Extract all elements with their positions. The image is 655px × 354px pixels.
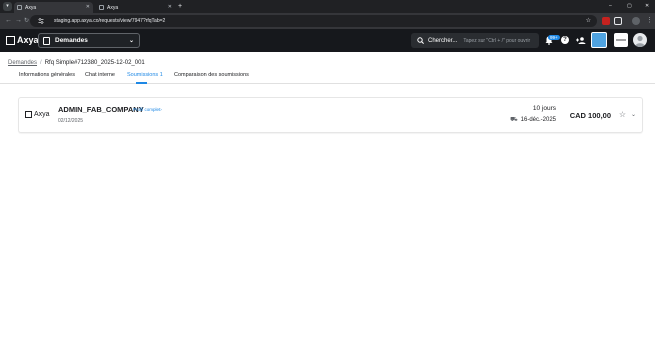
add-user-icon[interactable] xyxy=(576,37,586,44)
bookmark-star-icon[interactable]: ☆ xyxy=(586,17,591,24)
module-selector[interactable]: Demandes ⌄ xyxy=(38,33,140,48)
supplier-logo: Axya xyxy=(25,111,50,118)
minimize-button[interactable]: – xyxy=(609,3,612,9)
browser-tab-strip: ▾ Axya ✕ Axya ✕ + – ▢ ✕ xyxy=(0,0,655,13)
apps-menu-icon[interactable] xyxy=(614,33,628,47)
tab-general-info[interactable]: Informations générales xyxy=(19,72,75,78)
active-tab-indicator xyxy=(136,82,147,84)
url-text: staging.app.axya.co/requests/view/7947?r… xyxy=(54,18,166,24)
chevron-down-icon: ⌄ xyxy=(128,38,134,44)
full-profile-label: Profil complet xyxy=(133,107,161,112)
full-profile-link[interactable]: Profil complet› xyxy=(133,107,162,112)
module-selector-label: Demandes xyxy=(55,37,88,44)
delivery-date: ⛟ 16-déc.-2025 xyxy=(510,116,556,124)
tab-submission-comparison[interactable]: Comparaison des soumissions xyxy=(174,72,249,78)
breadcrumb: Demandes / Rfq Simple#712380_2025-12-02_00… xyxy=(8,60,145,66)
submission-price: CAD 100,00 xyxy=(569,111,611,120)
browser-tab[interactable]: Axya ✕ xyxy=(96,2,175,13)
browser-toolbar: ← → ↻ staging.app.axya.co/requests/view/… xyxy=(0,13,655,29)
close-tab-icon[interactable]: ✕ xyxy=(86,4,90,10)
document-icon xyxy=(43,36,50,45)
submission-date: 02/12/2025 xyxy=(58,118,84,124)
tab-search-button[interactable]: ▾ xyxy=(3,2,12,11)
browser-tab-title: Axya xyxy=(25,4,37,11)
app-header: Axya Demandes ⌄ Chercher... Tapez sur "C… xyxy=(0,29,655,52)
supplier-name: ADMIN_FAB_COMPANY xyxy=(58,105,144,114)
profile-avatar-icon[interactable] xyxy=(632,17,640,25)
new-tab-button[interactable]: + xyxy=(178,3,182,10)
axya-logo-text: Axya xyxy=(17,35,39,45)
breadcrumb-link-demandes[interactable]: Demandes xyxy=(8,60,37,66)
forward-arrow-icon[interactable]: → xyxy=(15,17,22,25)
site-info-icon[interactable] xyxy=(38,18,44,24)
extension-icon[interactable] xyxy=(602,17,610,25)
browser-tab-title: Axya xyxy=(107,4,119,11)
back-arrow-icon[interactable]: ← xyxy=(5,17,12,25)
supplier-logo-text: Axya xyxy=(34,111,50,118)
favorite-star-icon[interactable]: ☆ xyxy=(619,110,626,119)
delivery-date-value: 16-déc.-2025 xyxy=(520,117,556,123)
lead-time: 10 jours xyxy=(532,105,556,112)
tab-internal-chat[interactable]: Chat interne xyxy=(85,72,115,78)
axya-logo[interactable]: Axya xyxy=(6,35,39,45)
company-logo-icon[interactable] xyxy=(591,32,607,48)
browser-menu-icon[interactable]: ⋮ xyxy=(646,17,653,25)
search-icon xyxy=(417,37,424,44)
tab-submissions[interactable]: Soumissions 1 xyxy=(127,72,163,78)
axya-logo-mark-icon xyxy=(25,111,32,118)
breadcrumb-current: Rfq Simple#712380_2025-12-02_001 xyxy=(44,60,145,66)
chevron-right-icon: › xyxy=(160,107,162,112)
user-avatar[interactable] xyxy=(633,33,647,47)
request-tabs: Informations générales Chat interne Soum… xyxy=(0,70,655,84)
global-search[interactable]: Chercher... Tapez sur "Ctrl + /" pour ou… xyxy=(411,33,539,48)
breadcrumb-separator: / xyxy=(40,60,42,66)
search-label: Chercher... xyxy=(428,37,458,44)
browser-tab-active[interactable]: Axya ✕ xyxy=(14,2,93,13)
address-bar[interactable]: staging.app.axya.co/requests/view/7947?r… xyxy=(30,15,597,27)
extensions-puzzle-icon[interactable] xyxy=(614,17,622,25)
axya-favicon-icon xyxy=(17,5,22,10)
help-icon[interactable]: ? xyxy=(561,36,569,44)
close-tab-icon[interactable]: ✕ xyxy=(168,4,172,10)
notifications-badge: 99+ xyxy=(548,35,560,40)
maximize-button[interactable]: ▢ xyxy=(627,3,632,9)
search-shortcut-hint: Tapez sur "Ctrl + /" pour ouvrir xyxy=(463,37,531,44)
submission-card[interactable]: Axya ADMIN_FAB_COMPANY Profil complet› 0… xyxy=(18,97,643,133)
user-silhouette-icon xyxy=(635,35,645,47)
truck-icon: ⛟ xyxy=(510,117,518,123)
expand-chevron-icon[interactable]: ⌄ xyxy=(631,111,636,118)
axya-logo-mark-icon xyxy=(6,35,15,45)
reload-icon[interactable]: ↻ xyxy=(24,17,29,25)
axya-favicon-icon xyxy=(99,5,104,10)
close-window-button[interactable]: ✕ xyxy=(645,3,649,9)
